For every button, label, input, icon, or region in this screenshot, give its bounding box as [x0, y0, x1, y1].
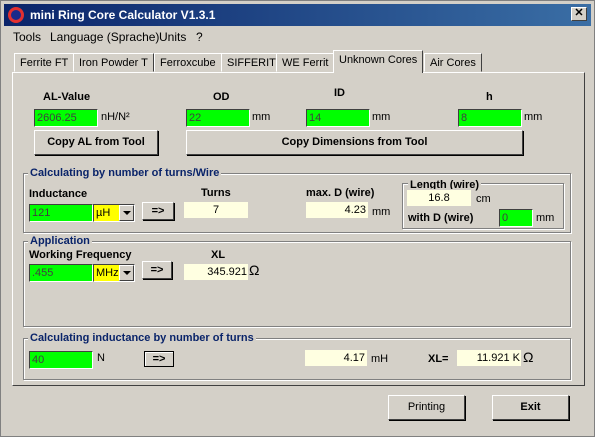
xl-value: 345.921	[183, 263, 249, 281]
tab-ferrite-ft[interactable]: Ferrite FT	[14, 53, 75, 72]
id-value-field[interactable]: 14	[306, 109, 370, 127]
exit-button[interactable]: Exit	[492, 395, 569, 420]
tab-iron-powder[interactable]: Iron Powder T	[73, 53, 154, 72]
turns-label: Turns	[201, 187, 231, 199]
od-value-field[interactable]: 22	[186, 109, 250, 127]
inductance-by-turns-title: Calculating inductance by number of turn…	[28, 332, 256, 344]
al-unit: nH/N²	[101, 111, 130, 123]
xl-result-omega: Ω	[523, 349, 534, 365]
calc-turns-button[interactable]: =>	[142, 202, 174, 220]
frequency-unit-select[interactable]: MHz	[93, 264, 135, 282]
ring-core-icon	[8, 7, 24, 23]
h-unit: mm	[524, 111, 543, 123]
num-turns-unit: N	[97, 352, 105, 364]
window-title: mini Ring Core Calculator V1.3.1	[30, 8, 216, 22]
maxd-unit: mm	[372, 206, 391, 218]
printing-button[interactable]: Printing	[388, 395, 465, 420]
tab-we-ferrit[interactable]: WE Ferrit	[276, 53, 335, 72]
withd-unit: mm	[536, 212, 555, 224]
menu-language[interactable]: Language (Sprache)	[50, 30, 159, 44]
length-value: 16.8	[406, 189, 472, 207]
copy-dimensions-button[interactable]: Copy Dimensions from Tool	[186, 130, 523, 155]
h-label: h	[486, 91, 493, 103]
tab-air-cores[interactable]: Air Cores	[424, 53, 482, 72]
od-label: OD	[213, 91, 230, 103]
menu-bar: Tools Language (Sprache) Units ?	[4, 28, 591, 46]
inductance-unit-select[interactable]: µH	[93, 204, 135, 222]
application-group-title: Application	[28, 235, 92, 247]
al-value-field[interactable]: 2606.25	[34, 109, 98, 127]
od-unit: mm	[252, 111, 271, 123]
xl-result-label: XL=	[428, 353, 449, 365]
tab-ferroxcube[interactable]: Ferroxcube	[154, 53, 222, 72]
close-button[interactable]: ✕	[571, 7, 587, 21]
tab-unknown-cores[interactable]: Unknown Cores	[333, 50, 424, 73]
id-label: ID	[334, 87, 345, 99]
title-bar: mini Ring Core Calculator V1.3.1 ✕	[4, 4, 591, 26]
turns-value: 7	[183, 201, 249, 219]
frequency-label: Working Frequency	[29, 249, 132, 261]
inductance-field[interactable]: 121	[29, 204, 93, 222]
calc-xl-button[interactable]: =>	[142, 261, 172, 279]
copy-al-button[interactable]: Copy AL from Tool	[34, 130, 158, 155]
inductance-result: 4.17	[304, 349, 368, 367]
maxd-value: 4.23	[305, 201, 369, 219]
app-window: mini Ring Core Calculator V1.3.1 ✕ Tools…	[0, 0, 595, 437]
inductance-result-unit: mH	[371, 353, 389, 365]
h-value-field[interactable]: 8	[458, 109, 522, 127]
chevron-down-icon	[119, 265, 134, 281]
al-label: AL-Value	[43, 91, 91, 103]
maxd-label: max. D (wire)	[306, 187, 375, 199]
withd-label: with D (wire)	[408, 212, 474, 224]
inductance-label: Inductance	[29, 188, 88, 200]
menu-help[interactable]: ?	[196, 30, 203, 44]
xl-result-value: 11.921 K	[456, 349, 522, 367]
chevron-down-icon	[119, 205, 134, 221]
turns-wire-group-title: Calculating by number of turns/Wire	[28, 167, 222, 179]
tab-sifferit[interactable]: SIFFERIT	[221, 53, 282, 72]
xl-label: XL	[211, 249, 226, 261]
menu-tools[interactable]: Tools	[13, 30, 41, 44]
length-unit: cm	[476, 193, 491, 205]
id-unit: mm	[372, 111, 391, 123]
menu-units[interactable]: Units	[159, 30, 186, 44]
withd-field[interactable]: 0	[499, 209, 533, 227]
num-turns-field[interactable]: 40	[29, 351, 93, 369]
calc-inductance-button[interactable]: =>	[144, 351, 174, 367]
frequency-field[interactable]: .455	[29, 264, 93, 282]
xl-unit-omega: Ω	[249, 262, 260, 278]
